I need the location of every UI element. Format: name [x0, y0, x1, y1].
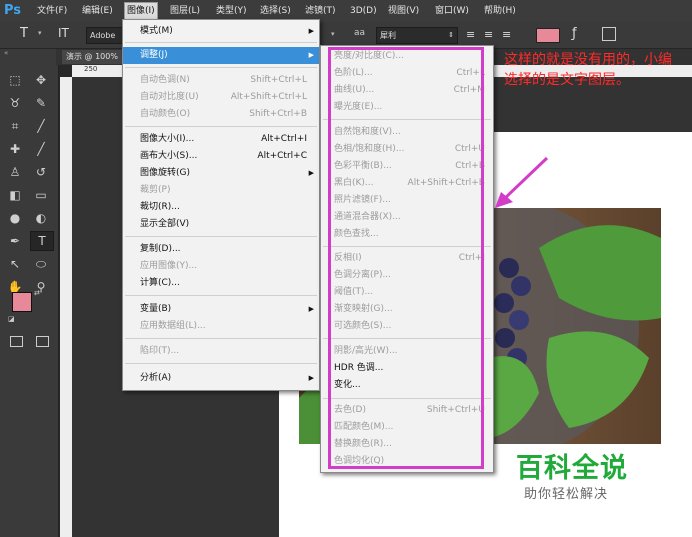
blur-icon[interactable]: ● [4, 209, 26, 227]
menu-bar: Ps 文件(F) 编辑(E) 图像(I) 图层(L) 类型(Y) 选择(S) 滤… [0, 0, 692, 22]
quick-mask-icon[interactable] [10, 336, 23, 347]
menu-item-image-size[interactable]: 图像大小(I)... Alt+Ctrl+I [123, 131, 319, 148]
ruler-mark: 250 [84, 65, 98, 73]
menu-separator [125, 338, 317, 339]
menu-item-mode[interactable]: 模式(M) ▶ [123, 23, 319, 40]
path-select-icon[interactable]: ↖ [4, 255, 26, 273]
menu-separator [125, 126, 317, 127]
type-icon[interactable]: T [30, 231, 54, 251]
menu-separator [125, 236, 317, 237]
menu-3d[interactable]: 3D(D) [350, 3, 377, 19]
screen-mode-icon[interactable] [36, 336, 49, 347]
menu-item-trap[interactable]: 陷印(T)... [123, 343, 319, 360]
menu-item-adjustments[interactable]: 调整(J) ▶ [123, 47, 319, 64]
warp-text-icon[interactable]: ƒ [572, 26, 577, 41]
antialias-select[interactable]: 犀利 ⇕ [376, 27, 458, 44]
menu-separator [125, 67, 317, 68]
menu-select[interactable]: 选择(S) [260, 3, 291, 19]
chevron-right-icon: ▶ [308, 51, 314, 59]
chevron-right-icon: ▶ [308, 169, 314, 177]
document-tab[interactable]: 演示 @ 100% [62, 50, 122, 64]
align-left-icon[interactable]: ≡ [466, 28, 475, 41]
gradient-icon[interactable]: ▭ [30, 186, 52, 204]
panels-toggle-icon[interactable] [602, 27, 616, 41]
align-right-icon[interactable]: ≡ [502, 28, 511, 41]
menu-item-crop[interactable]: 裁剪(P) [123, 182, 319, 199]
menu-item-canvas-size[interactable]: 画布大小(S)... Alt+Ctrl+C [123, 148, 319, 165]
image-menu-dropdown: 模式(M) ▶ 调整(J) ▶ 自动色调(N) Shift+Ctrl+L 自动对比度(… [122, 19, 320, 391]
menu-item-auto-tone[interactable]: 自动色调(N) Shift+Ctrl+L [123, 72, 319, 89]
history-brush-icon[interactable]: ↺ [30, 163, 52, 181]
pen-icon[interactable]: ✒ [4, 232, 26, 250]
orientation-toggle-icon[interactable]: IT [58, 26, 69, 40]
shape-icon[interactable]: ⬭ [30, 255, 52, 273]
collapse-icon[interactable]: « [4, 49, 8, 57]
menu-item-variables[interactable]: 变量(B) ▶ [123, 301, 319, 318]
menu-item-image-rotation[interactable]: 图像旋转(G) ▶ [123, 165, 319, 182]
foreground-color-swatch[interactable] [12, 292, 32, 312]
menu-item-auto-contrast[interactable]: 自动对比度(U) Alt+Shift+Ctrl+L [123, 89, 319, 106]
chevron-updown-icon: ⇕ [448, 31, 454, 39]
watermark-subtitle: 助你轻松解决 [524, 487, 609, 502]
toolbox: « ⬚ ✥ ♉ ✎ ⌗ ╱ ✚ ╱ ♙ ↺ ◧ ▭ ● ◐ ✒ T ↖ ⬭ ✋ … [0, 49, 59, 537]
vertical-ruler [60, 77, 72, 537]
watermark-title: 百科全说 [516, 453, 628, 484]
menu-help[interactable]: 帮助(H) [484, 3, 516, 19]
chevron-right-icon: ▶ [308, 27, 314, 35]
menu-edit[interactable]: 编辑(E) [82, 3, 113, 19]
chevron-right-icon: ▶ [308, 374, 314, 382]
highlight-frame [328, 47, 484, 469]
type-tool-icon[interactable]: T [20, 26, 28, 41]
menu-item-reveal-all[interactable]: 显示全部(V) [123, 216, 319, 233]
menu-type[interactable]: 类型(Y) [216, 3, 247, 19]
move-icon[interactable]: ✥ [30, 71, 52, 89]
menu-item-apply-data-set[interactable]: 应用数据组(L)... [123, 318, 319, 335]
align-center-icon[interactable]: ≡ [484, 28, 493, 41]
chevron-down-icon[interactable]: ▾ [38, 29, 42, 37]
annotation-text: 这样的就是没有用的，小编选择的是文字图层。 [504, 52, 672, 88]
swap-colors-icon[interactable]: ⇄ [34, 289, 40, 297]
font-family-select[interactable]: Adobe [86, 27, 124, 44]
annotation-arrow-icon [495, 156, 549, 208]
menu-separator [125, 295, 317, 296]
antialias-label: aa [354, 28, 366, 38]
healing-icon[interactable]: ✚ [4, 140, 26, 158]
quick-select-icon[interactable]: ✎ [30, 94, 52, 112]
menu-file[interactable]: 文件(F) [37, 3, 67, 19]
menu-item-calculations[interactable]: 计算(C)... [123, 275, 319, 292]
menu-item-analysis[interactable]: 分析(A) ▶ [123, 370, 319, 387]
menu-view[interactable]: 视图(V) [388, 3, 419, 19]
menu-item-trim[interactable]: 裁切(R)... [123, 199, 319, 216]
stamp-icon[interactable]: ♙ [4, 163, 26, 181]
eyedropper-icon[interactable]: ╱ [30, 117, 52, 135]
eraser-icon[interactable]: ◧ [4, 186, 26, 204]
crop-icon[interactable]: ⌗ [4, 117, 26, 135]
chevron-down-icon[interactable]: ▾ [331, 30, 335, 38]
menu-layer[interactable]: 图层(L) [170, 3, 200, 19]
menu-item-duplicate[interactable]: 复制(D)... [123, 241, 319, 258]
lasso-icon[interactable]: ♉ [4, 94, 26, 112]
brush-icon[interactable]: ╱ [30, 140, 52, 158]
menu-item-apply-image[interactable]: 应用图像(Y)... [123, 258, 319, 275]
menu-image[interactable]: 图像(I) [124, 2, 158, 20]
photoshop-logo: Ps [4, 3, 22, 18]
menu-item-auto-color[interactable]: 自动颜色(O) Shift+Ctrl+B [123, 106, 319, 123]
menu-separator [125, 363, 317, 364]
text-color-swatch[interactable] [536, 28, 560, 43]
reset-colors-icon[interactable]: ◪ [8, 315, 15, 323]
menu-separator [125, 42, 317, 43]
menu-filter[interactable]: 滤镜(T) [305, 3, 336, 19]
dodge-icon[interactable]: ◐ [30, 209, 52, 227]
chevron-right-icon: ▶ [308, 305, 314, 313]
menu-window[interactable]: 窗口(W) [435, 3, 469, 19]
marquee-icon[interactable]: ⬚ [4, 71, 26, 89]
